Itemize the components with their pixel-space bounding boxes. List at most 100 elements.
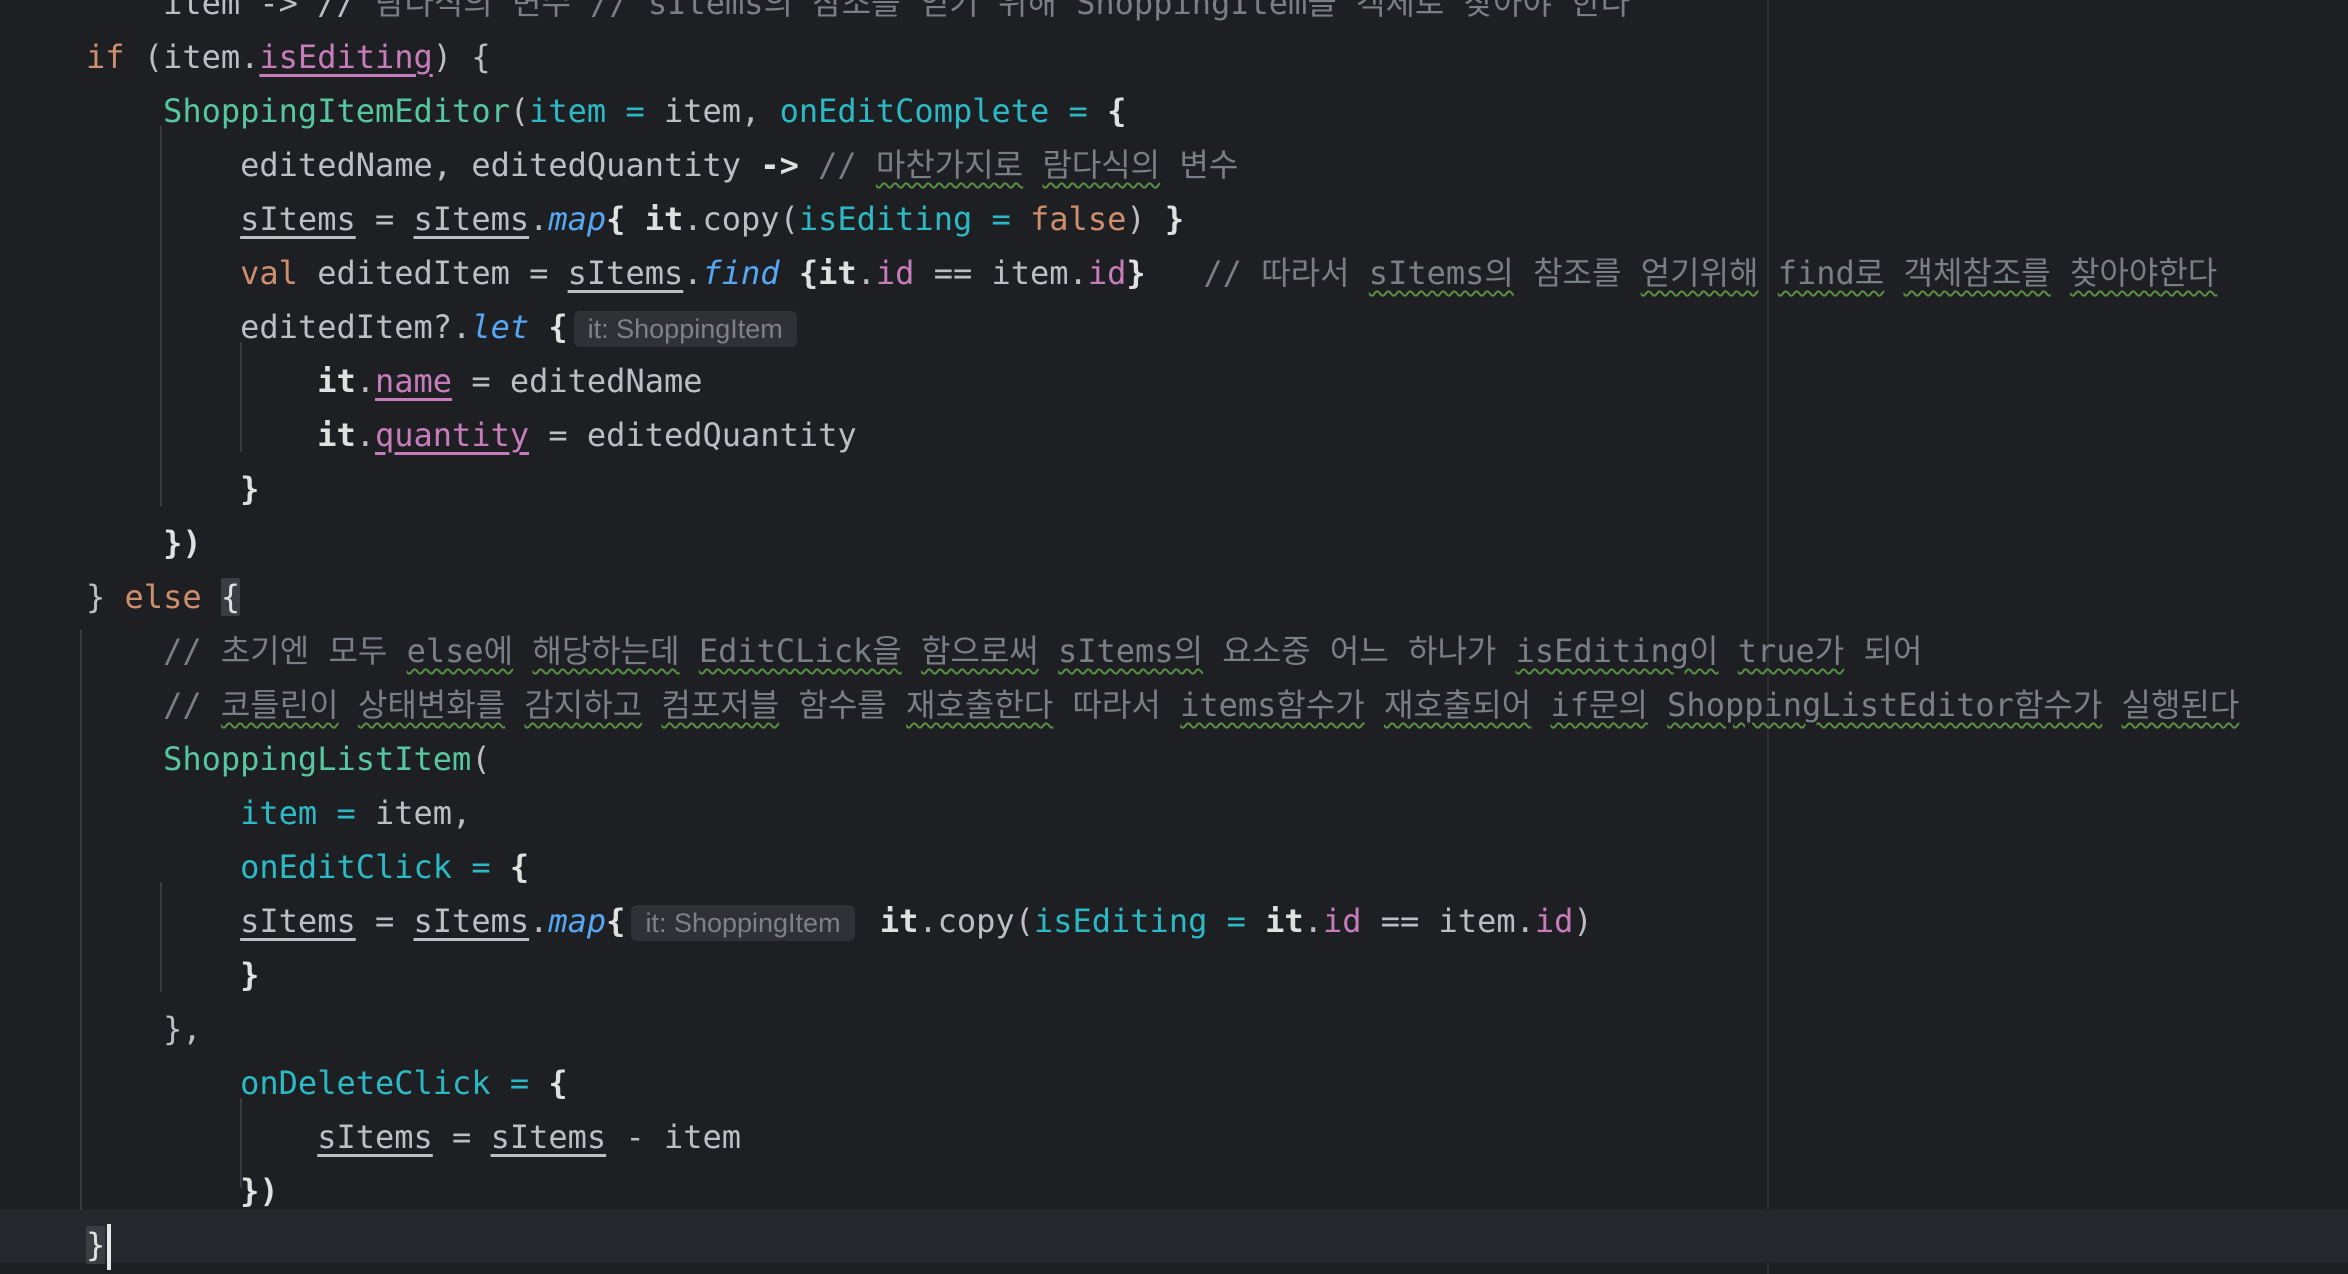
code-line[interactable]: } [86, 948, 259, 1002]
code-token: if문의 [1550, 686, 1648, 724]
code-token: 되어 [1844, 632, 1923, 670]
code-token: quantity [374, 416, 530, 454]
code-token: ShoppingListItem [86, 740, 472, 778]
code-token: 코틀린이 [220, 686, 339, 724]
code-line[interactable]: } else { [86, 570, 241, 624]
code-token: ) [1573, 902, 1593, 940]
code-token: item, [374, 794, 472, 832]
code-token: { [606, 200, 645, 238]
code-token: let [471, 308, 530, 346]
code-token: } [86, 578, 125, 616]
code-line[interactable]: val editedItem = sItems.find {it.id == i… [86, 246, 2217, 300]
code-token: . [355, 416, 375, 454]
code-token: it [644, 200, 684, 238]
code-editor[interactable]: item -> // 람다식의 변수 // sItems의 참조를 얻기 위해 … [0, 0, 2348, 1274]
code-line[interactable]: it.quantity = editedQuantity [86, 408, 856, 462]
code-line[interactable]: ShoppingItemEditor(item = item, onEditCo… [86, 84, 1126, 138]
code-token: . [529, 200, 549, 238]
code-token: // 따라서 [1145, 254, 1369, 292]
code-token: sItems의 [1057, 632, 1204, 670]
code-line[interactable]: sItems = sItems - item [86, 1110, 741, 1164]
code-token: 상태변화를 [357, 686, 506, 724]
code-token: editedItem?. [86, 308, 472, 346]
code-token: = editedName [452, 362, 703, 400]
code-token: -> [760, 146, 799, 184]
code-token: } [86, 1226, 106, 1264]
code-token: 참조를 [1513, 254, 1641, 292]
type-hint: it: ShoppingItem [573, 311, 797, 347]
code-line[interactable]: item -> // 람다식의 변수 // sItems의 참조를 얻기 위해 … [86, 0, 1630, 30]
code-token: sItems [317, 1118, 433, 1156]
code-token: 재호출한다 [906, 686, 1054, 724]
code-token: it [818, 254, 857, 292]
code-token: .copy( [683, 200, 799, 238]
code-lines: item -> // 람다식의 변수 // sItems의 참조를 얻기 위해 … [0, 0, 2348, 1274]
code-token: it [1265, 902, 1304, 940]
code-token: // 초기엔 모두 [86, 632, 407, 670]
code-line[interactable]: // 초기엔 모두 else에 해당하는데 EditCLick을 함으로써 sI… [86, 624, 1922, 678]
code-token: 재호출되어 [1384, 686, 1532, 724]
code-token: sItems [240, 200, 356, 238]
code-line[interactable]: }, [86, 1002, 202, 1056]
code-token: { [529, 308, 568, 346]
code-token: sItems [413, 200, 530, 238]
code-token: it [317, 362, 356, 400]
code-line[interactable]: editedName, editedQuantity -> // 마찬가지로 람… [86, 138, 1238, 192]
code-line[interactable]: onDeleteClick = { [86, 1056, 568, 1110]
code-token: editedName, editedQuantity [86, 146, 761, 184]
code-token: 해당하는데 [532, 632, 680, 670]
code-line[interactable]: sItems = sItems.map{it: ShoppingItem it.… [86, 894, 1593, 948]
code-line[interactable]: onEditClick = { [86, 840, 529, 894]
code-token: isEditing [259, 38, 433, 76]
code-token: it [879, 902, 919, 940]
code-token: id [1534, 902, 1574, 940]
type-hint: it: ShoppingItem [631, 905, 855, 941]
code-token: } [86, 470, 260, 508]
code-line[interactable]: sItems = sItems.map{ it.copy(isEditing =… [86, 192, 1184, 246]
code-token: { [220, 578, 241, 616]
code-token: = [355, 902, 414, 940]
code-token: sItems [413, 902, 530, 940]
code-token: onEditComplete = [779, 92, 1108, 130]
code-token: 컴포저블 [661, 686, 780, 724]
code-token: . [355, 362, 375, 400]
code-token: 람다식의 [1042, 146, 1161, 184]
code-token: item -> // [86, 0, 375, 22]
code-token: 따라서 [1053, 686, 1181, 724]
code-line[interactable]: } [86, 462, 259, 516]
code-token: 요소중 어느 하나가 [1203, 632, 1516, 670]
code-token: . [683, 254, 703, 292]
code-line[interactable]: }) [86, 516, 202, 570]
code-line[interactable]: if (item.isEditing) { [86, 30, 491, 84]
code-line[interactable]: }) [86, 1164, 279, 1218]
code-token: isEditing이 [1515, 632, 1719, 670]
code-token: item, [663, 92, 780, 130]
code-line[interactable]: // 코틀린이 상태변화를 감지하고 컴포저블 함수를 재호출한다 따라서 it… [86, 678, 2239, 732]
code-token: isEditing = [1033, 902, 1266, 940]
code-line[interactable]: editedItem?.let {it: ShoppingItem [86, 300, 803, 354]
code-token: ShoppingListEditor함수가 [1667, 686, 2103, 724]
code-token: 람다식의 변수 // sItems의 참조를 얻기 위해 ShoppingIte… [374, 0, 1631, 22]
code-token: map [548, 200, 607, 238]
code-token: }) [86, 1172, 279, 1210]
code-line[interactable]: it.name = editedName [86, 354, 703, 408]
code-line[interactable]: } [86, 1218, 112, 1272]
code-token: = [432, 1118, 491, 1156]
code-token: }, [86, 1010, 202, 1048]
code-line[interactable]: ShoppingListItem( [86, 732, 491, 786]
code-line[interactable]: item = item, [86, 786, 471, 840]
